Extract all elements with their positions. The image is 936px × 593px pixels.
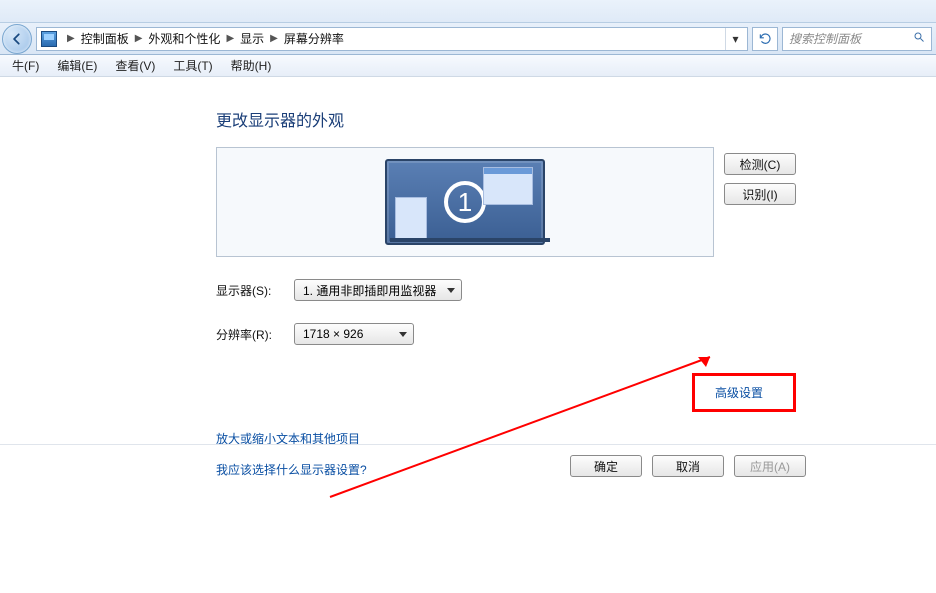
crumb-appearance[interactable]: 外观和个性化 xyxy=(146,30,222,47)
chevron-right-icon: ▶ xyxy=(226,33,234,44)
display-value: 1. 通用非即插即用监视器 xyxy=(303,282,436,299)
menu-view[interactable]: 查看(V) xyxy=(107,55,163,76)
refresh-button[interactable] xyxy=(752,27,778,51)
advanced-settings-link[interactable]: 高级设置 xyxy=(715,386,763,400)
resolution-combobox[interactable]: 1718 × 926 xyxy=(294,323,414,345)
content-area: 更改显示器的外观 1 检测(C) 识别(I) 显示器(S): 1. 通用非即插即… xyxy=(0,77,936,593)
chevron-down-icon xyxy=(399,332,407,337)
search-input[interactable]: 搜索控制面板 xyxy=(782,27,932,51)
detect-button[interactable]: 检测(C) xyxy=(724,153,796,175)
mini-taskbar-icon xyxy=(395,197,427,239)
chevron-right-icon: ▶ xyxy=(67,33,75,44)
control-panel-icon xyxy=(41,31,57,47)
search-placeholder: 搜索控制面板 xyxy=(789,30,861,47)
cancel-button[interactable]: 取消 xyxy=(652,455,724,477)
apply-button[interactable]: 应用(A) xyxy=(734,455,806,477)
address-bar: ▶ 控制面板 ▶ 外观和个性化 ▶ 显示 ▶ 屏幕分辨率 ▾ 搜索控制面板 xyxy=(0,23,936,55)
monitor-thumbnail[interactable]: 1 xyxy=(385,159,545,245)
display-combobox[interactable]: 1. 通用非即插即用监视器 xyxy=(294,279,462,301)
breadcrumb[interactable]: ▶ 控制面板 ▶ 外观和个性化 ▶ 显示 ▶ 屏幕分辨率 ▾ xyxy=(36,27,748,51)
back-button[interactable] xyxy=(2,24,32,54)
separator xyxy=(0,444,936,445)
resolution-value: 1718 × 926 xyxy=(303,327,363,341)
window-titlebar-strip xyxy=(0,0,936,23)
monitor-number-badge: 1 xyxy=(444,181,486,223)
crumb-display[interactable]: 显示 xyxy=(238,30,266,47)
breadcrumb-dropdown[interactable]: ▾ xyxy=(725,28,745,50)
advanced-link-highlight: 高级设置 xyxy=(692,373,796,412)
identify-button[interactable]: 识别(I) xyxy=(724,183,796,205)
crumb-resolution[interactable]: 屏幕分辨率 xyxy=(282,30,346,47)
menu-help[interactable]: 帮助(H) xyxy=(223,55,280,76)
refresh-icon xyxy=(758,32,772,46)
menu-tools[interactable]: 工具(T) xyxy=(165,55,220,76)
chevron-right-icon: ▶ xyxy=(135,33,143,44)
ok-button[interactable]: 确定 xyxy=(570,455,642,477)
crumb-control-panel[interactable]: 控制面板 xyxy=(79,30,131,47)
menu-bar: 牛(F) 编辑(E) 查看(V) 工具(T) 帮助(H) xyxy=(0,55,936,77)
page-title: 更改显示器的外观 xyxy=(216,107,796,131)
display-label: 显示器(S): xyxy=(216,282,282,299)
chevron-down-icon xyxy=(447,288,455,293)
resolution-label: 分辨率(R): xyxy=(216,326,282,343)
arrow-left-icon xyxy=(10,32,24,46)
search-icon xyxy=(913,31,925,46)
menu-edit[interactable]: 编辑(E) xyxy=(49,55,105,76)
mini-window-icon xyxy=(483,167,533,205)
monitor-preview-box: 1 xyxy=(216,147,714,257)
menu-file[interactable]: 牛(F) xyxy=(4,55,47,76)
chevron-right-icon: ▶ xyxy=(270,33,278,44)
